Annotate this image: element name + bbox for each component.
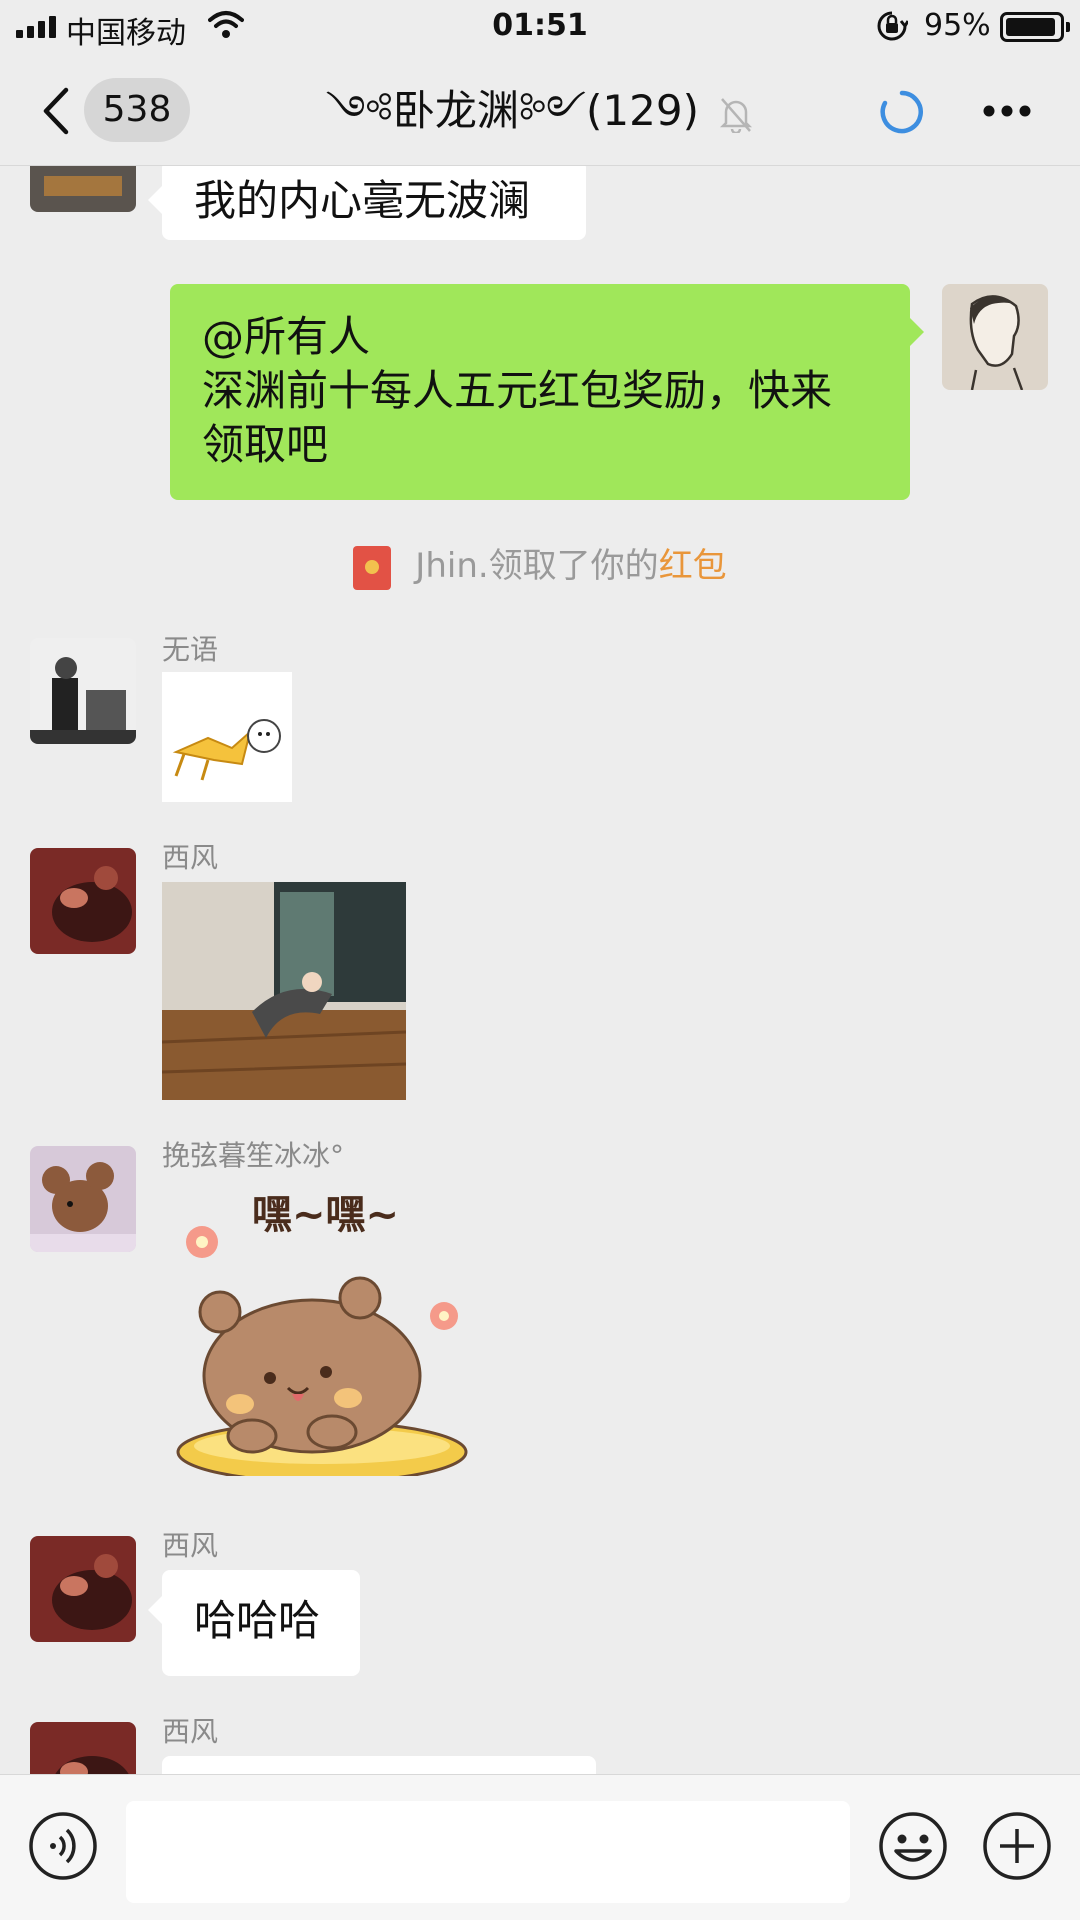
message-text-line: @所有人	[202, 312, 371, 361]
emoji-icon[interactable]	[878, 1811, 948, 1881]
red-envelope-link[interactable]: 红包	[659, 546, 727, 586]
avatar[interactable]	[30, 166, 136, 212]
message-input[interactable]	[126, 1801, 850, 1903]
plus-icon[interactable]	[982, 1811, 1052, 1881]
sticker-image[interactable]	[162, 672, 292, 802]
more-icon[interactable]	[982, 104, 1032, 118]
status-bar: 中国移动 01:51 95%	[0, 0, 1080, 56]
sync-icon	[880, 90, 923, 134]
message-text: 哈哈哈	[194, 1596, 321, 1645]
self-avatar[interactable]	[942, 284, 1048, 390]
message-bubble-self[interactable]: @所有人 深渊前十每人五元红包奖励，快来 领取吧	[170, 284, 924, 500]
message-bubble[interactable]: 我的内心毫无波澜	[148, 166, 586, 240]
message-text-line: 深渊前十每人五元红包奖励，快来	[202, 366, 833, 415]
voice-icon[interactable]	[28, 1811, 98, 1881]
sender-name: 无语	[162, 633, 219, 666]
input-bar	[0, 1774, 1080, 1920]
avatar[interactable]	[30, 638, 136, 744]
avatar[interactable]	[30, 1536, 136, 1642]
battery-percent: 95%	[924, 8, 991, 43]
chat-header: 538 ༺卧龙渊༻(129)	[0, 56, 1080, 166]
sender-name: 西风	[162, 841, 219, 874]
avatar[interactable]	[30, 1146, 136, 1252]
avatar[interactable]	[30, 1722, 136, 1774]
sender-name: 西风	[162, 1715, 219, 1748]
sender-name: 西风	[162, 1529, 219, 1562]
message-bubble[interactable]: 哈哈哈	[148, 1570, 360, 1676]
orientation-lock-icon	[877, 11, 908, 41]
clock: 01:51	[492, 8, 588, 43]
system-message: Jhin.领取了你的红包	[0, 538, 1080, 590]
message-bubble[interactable]	[162, 1756, 596, 1774]
message-list[interactable]: 我的内心毫无波澜 @所有人 深渊前十每人五元红包奖励，快来 领取吧 Jhin.领…	[0, 166, 1080, 1774]
message-text-line: 领取吧	[202, 420, 329, 469]
message-text: 我的内心毫无波澜	[194, 176, 531, 225]
red-envelope-icon	[353, 545, 392, 590]
gif-image[interactable]	[162, 882, 406, 1100]
battery-icon	[1000, 12, 1070, 42]
sender-name: 挽弦暮笙冰冰°	[162, 1139, 345, 1172]
system-message-text: Jhin.领取了你的	[415, 546, 659, 586]
sticker-caption: 嘿~嘿~	[252, 1192, 400, 1238]
avatar[interactable]	[30, 848, 136, 954]
muted-bell-icon	[720, 97, 753, 133]
chat-title: ༺卧龙渊༻(129)	[325, 86, 699, 135]
sticker-image[interactable]: 嘿~嘿~	[162, 1176, 482, 1476]
